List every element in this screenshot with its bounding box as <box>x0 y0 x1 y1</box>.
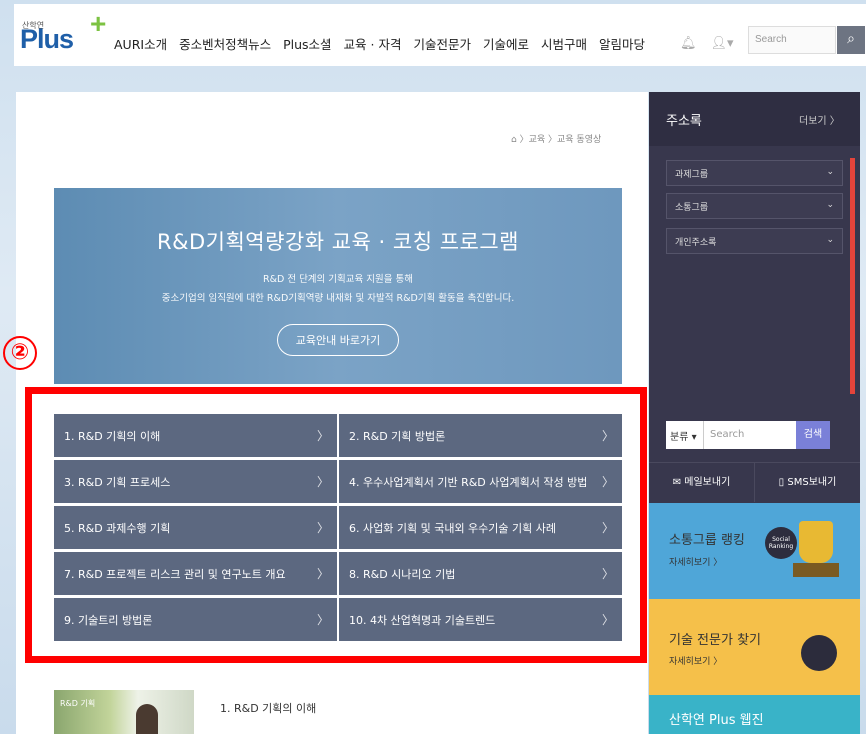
top-header: 산학연 Plus + AURI소개 중소벤처정책뉴스 Plus소셜 교육 · 자… <box>14 4 866 66</box>
sidebar-search: 분류 ▾ Search 검색 <box>666 421 838 449</box>
annotation-marker: ② <box>3 336 37 370</box>
sidebar: 주소록 더보기 〉 과제그룹 ⌄ 소통그룹 ⌄ 개인주소록 ⌄ 분류 ▾ Search… <box>649 92 860 734</box>
expert-banner[interactable]: 기술 전문가 찾기 자세히보기 〉 <box>649 599 860 695</box>
send-actions: ✉ 메일보내기 ▯ SMS보내기 <box>649 462 860 502</box>
select-task-group[interactable]: 과제그룹 ⌄ <box>666 160 843 186</box>
send-sms-button[interactable]: ▯ SMS보내기 <box>754 463 860 502</box>
user-icon[interactable]: 👤︎▾ <box>711 36 734 51</box>
select-personal[interactable]: 개인주소록 ⌄ <box>666 228 843 254</box>
banner-link[interactable]: 자세히보기 〉 <box>669 555 722 568</box>
video-thumbnail[interactable]: R&D 기획 <box>54 690 194 734</box>
nav-item-auri[interactable]: AURI소개 <box>114 34 167 53</box>
search-icon[interactable]: ⌕ <box>837 26 865 54</box>
mail-icon: ✉ <box>672 477 682 488</box>
nav-item-policy-news[interactable]: 중소벤처정책뉴스 <box>179 34 271 53</box>
category-select[interactable]: 분류 ▾ <box>666 421 704 449</box>
select-label: 소통그룹 <box>675 203 709 213</box>
main-nav: AURI소개 중소벤처정책뉴스 Plus소셜 교육 · 자격 기술전문가 기술에… <box>114 34 645 53</box>
trophy-icon <box>799 521 833 563</box>
education-guide-button[interactable]: 교육안내 바로가기 <box>276 324 400 356</box>
bell-icon[interactable]: 🔔︎ <box>680 36 697 51</box>
banner-title: 산학연 Plus 웹진 <box>669 713 764 728</box>
header-search-input[interactable]: Search <box>748 26 836 54</box>
send-mail-button[interactable]: ✉ 메일보내기 <box>649 463 754 502</box>
sidebar-title: 주소록 <box>666 114 702 129</box>
site-logo[interactable]: 산학연 Plus + <box>20 8 106 55</box>
thumbnail-label: R&D 기획 <box>60 699 96 708</box>
chevron-down-icon: ⌄ <box>826 235 834 245</box>
sidebar-scrollbar[interactable] <box>850 158 855 394</box>
phone-icon: ▯ <box>778 477 785 488</box>
highlight-frame <box>25 387 647 663</box>
nav-item-tech[interactable]: 기술에로 <box>483 34 529 53</box>
logo-plus-mark: + <box>90 8 107 39</box>
banner-title: 소통그룹 랭킹 <box>669 533 745 548</box>
sms-label: SMS보내기 <box>787 477 837 488</box>
ranking-banner[interactable]: 소통그룹 랭킹 자세히보기 〉 Social Ranking <box>649 503 860 599</box>
chevron-down-icon: ⌄ <box>826 167 834 177</box>
more-link[interactable]: 더보기 〉 <box>799 112 840 127</box>
webzine-banner[interactable]: 산학연 Plus 웹진 <box>649 695 860 734</box>
hero-title: R&D기획역량강화 교육 · 코칭 프로그램 <box>157 230 519 254</box>
sidebar-search-button[interactable]: 검색 <box>796 421 830 449</box>
video-title[interactable]: 1. R&D 기획의 이해 <box>220 700 316 716</box>
logo-small-text: 산학연 <box>22 21 45 30</box>
sidebar-search-input[interactable]: Search <box>704 421 796 449</box>
sidebar-header: 주소록 더보기 〉 <box>649 92 860 146</box>
chevron-down-icon: ⌄ <box>826 200 834 210</box>
hero-line-1: R&D 전 단계의 기획교육 지원을 통해 <box>262 274 414 285</box>
presenter-image <box>136 704 158 734</box>
mail-label: 메일보내기 <box>684 477 731 488</box>
nav-item-education[interactable]: 교육 · 자격 <box>344 34 402 53</box>
nav-item-experts[interactable]: 기술전문가 <box>413 34 471 53</box>
breadcrumb: ⌂ 〉교육 〉교육 동영상 <box>511 135 602 145</box>
header-icons: 🔔︎ 👤︎▾ <box>680 36 734 51</box>
hero-banner: R&D기획역량강화 교육 · 코칭 프로그램 R&D 전 단계의 기획교육 지원… <box>54 188 622 384</box>
nav-item-plus-social[interactable]: Plus소셜 <box>283 34 331 53</box>
expert-icon <box>801 635 837 671</box>
banner-title: 기술 전문가 찾기 <box>669 633 761 648</box>
category-label: 분류 <box>670 432 689 443</box>
select-label: 과제그룹 <box>675 170 709 180</box>
banner-link[interactable]: 자세히보기 〉 <box>669 654 722 667</box>
trophy-base <box>793 563 839 577</box>
select-comm-group[interactable]: 소통그룹 ⌄ <box>666 193 843 219</box>
hero-line-2: 중소기업의 임직원에 대한 R&D기획역량 내재화 및 자발적 R&D기획 활동… <box>161 293 515 304</box>
ranking-badge: Social Ranking <box>765 527 797 559</box>
select-label: 개인주소록 <box>675 238 717 248</box>
nav-item-notice[interactable]: 알림마당 <box>599 34 645 53</box>
nav-item-purchase[interactable]: 시범구매 <box>541 34 587 53</box>
